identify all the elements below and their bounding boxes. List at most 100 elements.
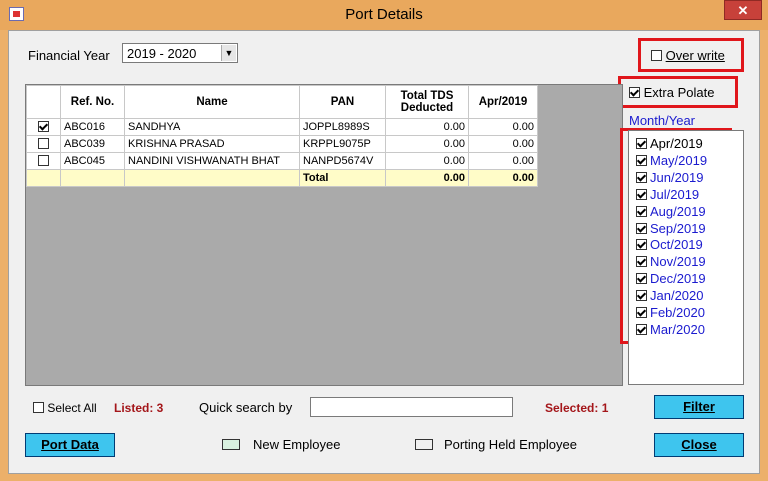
listed-count: Listed: 3 [114, 401, 164, 415]
month-item[interactable]: Sep/2019 [636, 221, 706, 236]
month-item[interactable]: May/2019 [636, 153, 707, 168]
row-select-checkbox[interactable] [38, 137, 49, 149]
row-select-checkbox[interactable] [38, 154, 49, 166]
total-row: Total 0.00 0.00 [26, 169, 538, 187]
month-checkbox[interactable] [636, 154, 647, 166]
total-tds-cell: 0.00 [385, 152, 469, 170]
window-title: Port Details [345, 6, 423, 23]
month-item[interactable]: Feb/2020 [636, 305, 705, 320]
apr-2019-cell: 0.00 [468, 152, 538, 170]
month-checkbox[interactable] [636, 222, 647, 234]
month-item[interactable]: Dec/2019 [636, 271, 706, 286]
month-item[interactable]: Nov/2019 [636, 254, 706, 269]
column-header-pan[interactable]: PAN [299, 85, 386, 119]
financial-year-value: 2019 - 2020 [127, 46, 197, 61]
total-label: Total [299, 169, 386, 187]
month-checkbox[interactable] [636, 307, 647, 318]
month-item[interactable]: Oct/2019 [636, 237, 703, 252]
quick-search-label: Quick search by [199, 400, 293, 415]
month-label: Jan/2020 [650, 288, 704, 304]
apr-2019-cell: 0.00 [468, 118, 538, 136]
overwrite-label: Over write [665, 48, 725, 63]
close-button[interactable]: Close [654, 433, 744, 457]
extrapolate-checkbox[interactable]: Extra Polate [629, 85, 714, 100]
employee-table: Ref. No. Name PAN Total TDS Deducted Apr… [26, 85, 538, 187]
ref-no-cell: ABC039 [60, 135, 125, 153]
overwrite-checkbox[interactable]: Over write [651, 48, 725, 63]
month-checkbox[interactable] [636, 205, 647, 217]
apr-2019-sum: 0.00 [468, 169, 538, 187]
filter-button[interactable]: Filter [654, 395, 744, 419]
title-bar: Port Details ✕ [0, 0, 768, 30]
overwrite-checkbox-box[interactable] [651, 50, 662, 61]
port-details-window: Port Details ✕ Financial Year 2019 - 202… [0, 0, 768, 481]
month-label: Oct/2019 [650, 237, 703, 253]
row-select-cell[interactable] [26, 135, 61, 153]
table-row[interactable]: ABC039 KRISHNA PRASAD KRPPL9075P 0.00 0.00 [26, 135, 538, 153]
financial-year-select[interactable]: 2019 - 2020 ▼ [122, 43, 238, 63]
port-data-button[interactable]: Port Data [25, 433, 115, 457]
table-row[interactable]: ABC045 NANDINI VISHWANATH BHAT NANPD5674V 0… [26, 152, 538, 170]
month-item[interactable]: Jul/2019 [636, 187, 699, 202]
month-checkbox[interactable] [636, 256, 647, 268]
table-header-row: Ref. No. Name PAN Total TDS Deducted Apr… [26, 85, 538, 119]
total-tds-cell: 0.00 [385, 118, 469, 136]
employee-grid: Ref. No. Name PAN Total TDS Deducted Apr… [25, 84, 623, 386]
name-cell: SANDHYA [124, 118, 300, 136]
month-year-label: Month/Year [629, 113, 696, 128]
month-checkbox[interactable] [636, 273, 647, 285]
new-employee-legend: New Employee [253, 437, 341, 452]
financial-year-label: Financial Year [28, 48, 110, 63]
close-window-button[interactable]: ✕ [724, 0, 762, 20]
extrapolate-label: Extra Polate [643, 85, 715, 100]
name-cell: KRISHNA PRASAD [124, 135, 300, 153]
ref-no-cell: ABC045 [60, 152, 125, 170]
pan-cell: JOPPL8989S [299, 118, 386, 136]
month-checkbox[interactable] [636, 323, 647, 335]
select-column-header [26, 85, 61, 119]
total-tds-cell: 0.00 [385, 135, 469, 153]
month-checkbox[interactable] [636, 290, 647, 302]
month-item[interactable]: Mar/2020 [636, 322, 705, 337]
apr-2019-cell: 0.00 [468, 135, 538, 153]
month-checkbox[interactable] [636, 188, 647, 200]
row-select-cell[interactable] [26, 118, 61, 136]
total-empty-cell [60, 169, 125, 187]
row-select-checkbox[interactable] [38, 120, 49, 132]
name-cell: NANDINI VISHWANATH BHAT [124, 152, 300, 170]
month-checkbox[interactable] [636, 239, 647, 251]
month-checkbox[interactable] [636, 138, 647, 149]
total-empty-cell [124, 169, 300, 187]
table-row[interactable]: ABC016 SANDHYA JOPPL8989S 0.00 0.00 [26, 118, 538, 136]
month-item[interactable]: Jun/2019 [636, 170, 704, 185]
chevron-down-icon[interactable]: ▼ [221, 45, 236, 61]
month-label: May/2019 [650, 152, 708, 168]
ref-no-cell: ABC016 [60, 118, 125, 136]
month-checkbox[interactable] [636, 171, 647, 183]
porting-held-legend: Porting Held Employee [444, 437, 577, 452]
column-header-name[interactable]: Name [124, 85, 300, 119]
porting-held-swatch [415, 439, 433, 450]
select-all-checkbox[interactable]: Select All [33, 401, 97, 415]
month-item[interactable]: Aug/2019 [636, 204, 706, 219]
month-label: Mar/2020 [650, 321, 705, 337]
month-label: Feb/2020 [650, 305, 705, 320]
total-empty-cell [26, 169, 61, 187]
column-header-ref[interactable]: Ref. No. [60, 85, 125, 119]
new-employee-swatch [222, 439, 240, 450]
total-tds-sum: 0.00 [385, 169, 469, 187]
month-year-list: Apr/2019 May/2019 Jun/2019 Jul/2019 Aug/2019… [628, 130, 744, 385]
month-item[interactable]: Apr/2019 [636, 136, 703, 151]
pan-cell: NANPD5674V [299, 152, 386, 170]
month-label: Jul/2019 [650, 186, 700, 202]
column-header-total-tds[interactable]: Total TDS Deducted [385, 85, 469, 119]
select-all-label: Select All [47, 401, 97, 415]
column-header-apr-2019[interactable]: Apr/2019 [468, 85, 538, 119]
row-select-cell[interactable] [26, 152, 61, 170]
select-all-checkbox-box[interactable] [33, 402, 44, 413]
selected-count: Selected: 1 [545, 401, 609, 415]
quick-search-input[interactable] [310, 397, 513, 417]
extrapolate-checkbox-box[interactable] [629, 87, 640, 98]
pan-cell: KRPPL9075P [299, 135, 386, 153]
month-item[interactable]: Jan/2020 [636, 288, 704, 303]
